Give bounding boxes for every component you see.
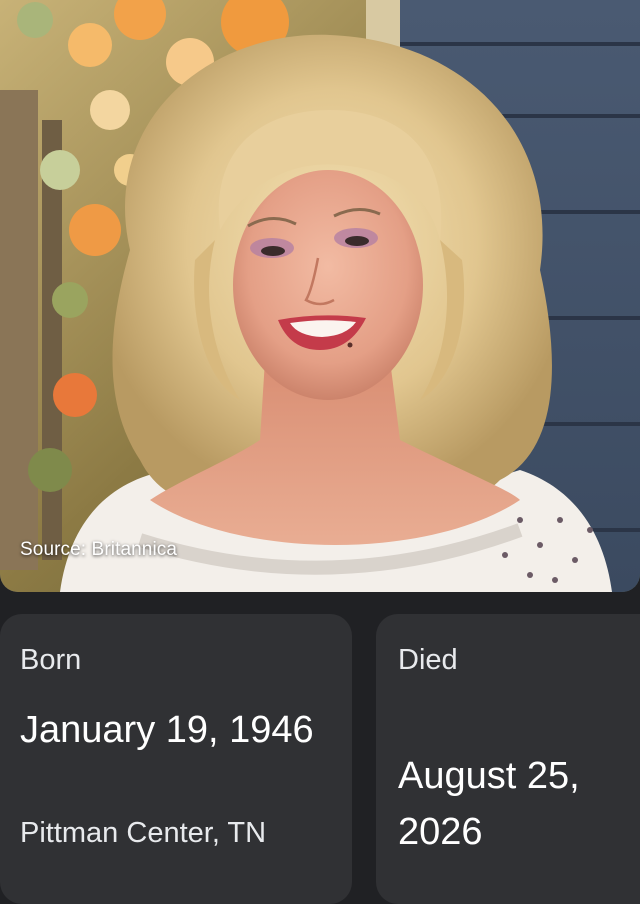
portrait-image — [0, 0, 640, 592]
born-date: January 19, 1946 — [20, 709, 314, 751]
portrait-photo[interactable]: Source: Britannica — [0, 0, 640, 592]
born-card[interactable]: Born January 19, 1946 Pittman Center, TN — [0, 614, 352, 904]
born-label: Born — [20, 644, 82, 676]
died-label: Died — [398, 644, 458, 676]
died-card[interactable]: Died August 25, 2026 — [376, 614, 640, 904]
died-date: August 25, 2026 — [398, 755, 580, 853]
born-place: Pittman Center, TN — [20, 817, 267, 849]
photo-source-caption: Source: Britannica — [20, 539, 178, 560]
